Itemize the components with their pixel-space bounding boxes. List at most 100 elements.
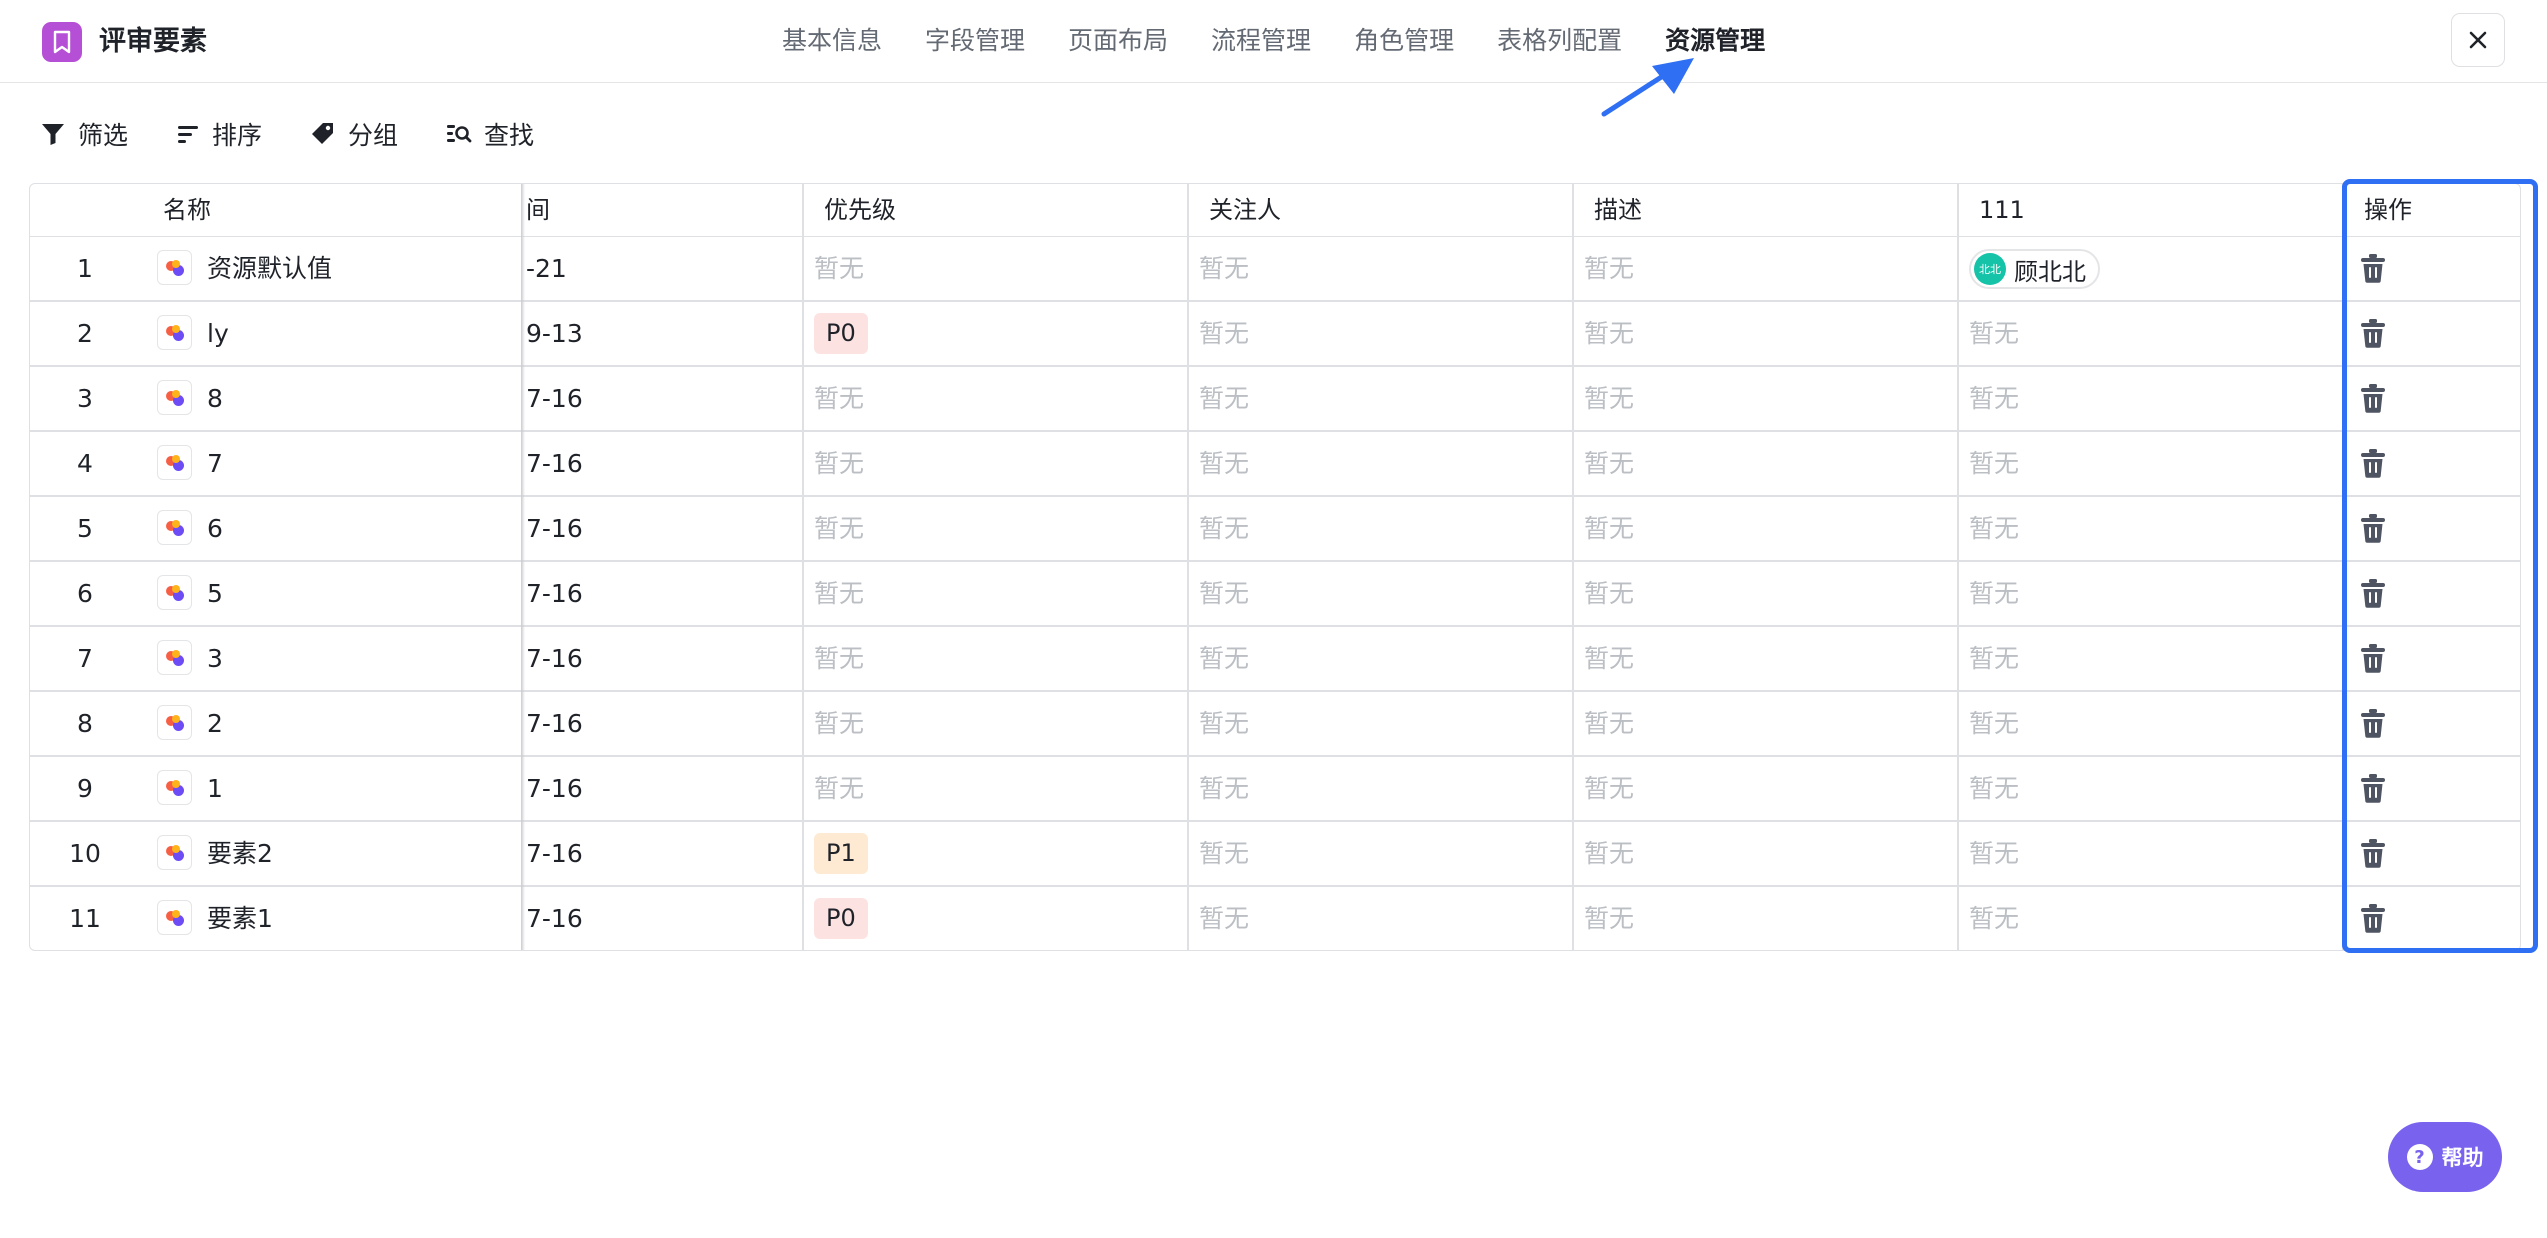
sort-button[interactable]: 排序 xyxy=(176,116,262,152)
bookmark-icon xyxy=(42,22,82,62)
resource-name[interactable]: 1 xyxy=(207,757,223,820)
custom-empty: 暂无 xyxy=(1969,449,2020,478)
annotation-arrow xyxy=(1601,58,1694,117)
resource-name[interactable]: ly xyxy=(207,302,229,365)
row-number: 3 xyxy=(77,384,93,413)
resource-name[interactable]: 5 xyxy=(207,562,223,625)
help-icon: ? xyxy=(2406,1144,2433,1170)
row-number: 6 xyxy=(77,579,93,608)
description-empty: 暂无 xyxy=(1584,774,1635,803)
resource-name[interactable]: 要素1 xyxy=(207,887,273,950)
column-header-111: 111 xyxy=(1979,184,2025,237)
avatar: 北北 xyxy=(1974,253,2006,285)
custom-empty: 暂无 xyxy=(1969,644,2020,673)
column-header-priority: 优先级 xyxy=(824,184,896,237)
column-divider xyxy=(1572,184,1574,950)
custom-empty: 暂无 xyxy=(1969,514,2020,543)
resource-icon xyxy=(157,445,192,480)
resource-icon xyxy=(157,250,192,285)
table-row[interactable]: 6 5 7-16 暂无 暂无 暂无 暂无 xyxy=(30,562,2520,627)
followers-empty: 暂无 xyxy=(1199,254,1250,283)
row-number: 11 xyxy=(69,904,101,933)
user-name: 顾北北 xyxy=(2014,257,2086,286)
resource-icon xyxy=(157,640,192,675)
description-empty: 暂无 xyxy=(1584,449,1635,478)
resource-name[interactable]: 要素2 xyxy=(207,822,273,885)
description-empty: 暂无 xyxy=(1584,514,1635,543)
row-number: 9 xyxy=(77,774,93,803)
time-cell: 7-16 xyxy=(526,774,583,803)
tab-bar: 基本信息 字段管理 页面布局 流程管理 角色管理 表格列配置 资源管理 xyxy=(782,20,1808,62)
resource-icon xyxy=(157,315,192,350)
group-button[interactable]: 分组 xyxy=(310,116,398,152)
resource-name[interactable]: 3 xyxy=(207,627,223,690)
sort-label: 排序 xyxy=(212,121,263,150)
custom-empty: 暂无 xyxy=(1969,904,2020,933)
user-chip: 北北 顾北北 xyxy=(1969,249,2100,289)
followers-empty: 暂无 xyxy=(1199,514,1250,543)
tab-4[interactable]: 流程管理 xyxy=(1211,20,1311,62)
table-row[interactable]: 11 要素1 7-16 P0 暂无 暂无 暂无 xyxy=(30,887,2520,950)
followers-empty: 暂无 xyxy=(1199,579,1250,608)
table-row[interactable]: 10 要素2 7-16 P1 暂无 暂无 暂无 xyxy=(30,822,2520,887)
description-empty: 暂无 xyxy=(1584,904,1635,933)
resource-name[interactable]: 7 xyxy=(207,432,223,495)
time-cell: 7-16 xyxy=(526,449,583,478)
tab-2[interactable]: 字段管理 xyxy=(925,20,1025,62)
custom-empty: 暂无 xyxy=(1969,709,2020,738)
priority-empty: 暂无 xyxy=(814,254,865,283)
resource-name[interactable]: 8 xyxy=(207,367,223,430)
resource-name[interactable]: 2 xyxy=(207,692,223,755)
tab-5[interactable]: 角色管理 xyxy=(1354,20,1454,62)
tab-1[interactable]: 基本信息 xyxy=(782,20,882,62)
table-row[interactable]: 5 6 7-16 暂无 暂无 暂无 暂无 xyxy=(30,497,2520,562)
tab-3[interactable]: 页面布局 xyxy=(1068,20,1168,62)
priority-empty: 暂无 xyxy=(814,384,865,413)
time-cell: 7-16 xyxy=(526,644,583,673)
resource-name[interactable]: 6 xyxy=(207,497,223,560)
tab-7[interactable]: 资源管理 xyxy=(1665,20,1765,62)
tag-icon xyxy=(312,123,334,144)
page-title: 评审要素 xyxy=(99,26,207,57)
close-button[interactable] xyxy=(2451,13,2505,67)
followers-empty: 暂无 xyxy=(1199,774,1250,803)
table-row[interactable]: 4 7 7-16 暂无 暂无 暂无 暂无 xyxy=(30,432,2520,497)
custom-empty: 暂无 xyxy=(1969,384,2020,413)
search-button[interactable]: 查找 xyxy=(446,116,534,152)
table-row[interactable]: 9 1 7-16 暂无 暂无 暂无 暂无 xyxy=(30,757,2520,822)
followers-empty: 暂无 xyxy=(1199,709,1250,738)
priority-badge: P0 xyxy=(814,898,868,939)
column-header-description: 描述 xyxy=(1594,184,1642,237)
followers-empty: 暂无 xyxy=(1199,904,1250,933)
followers-empty: 暂无 xyxy=(1199,449,1250,478)
table-row[interactable]: 3 8 7-16 暂无 暂无 暂无 暂无 xyxy=(30,367,2520,432)
priority-empty: 暂无 xyxy=(814,709,865,738)
column-divider xyxy=(1187,184,1189,950)
time-cell: -21 xyxy=(526,254,567,283)
filter-button[interactable]: 筛选 xyxy=(40,116,128,152)
tab-6[interactable]: 表格列配置 xyxy=(1497,20,1622,62)
column-header-name: 名称 xyxy=(163,184,211,237)
frozen-column-divider xyxy=(521,184,525,950)
table-row[interactable]: 1 资源默认值 -21 暂无 暂无 暂无 北北 顾北北 xyxy=(30,237,2520,302)
time-cell: 7-16 xyxy=(526,904,583,933)
time-cell: 7-16 xyxy=(526,514,583,543)
row-number: 1 xyxy=(77,254,93,283)
help-button[interactable]: ? 帮助 xyxy=(2388,1122,2502,1192)
resource-icon xyxy=(157,835,192,870)
close-icon xyxy=(2469,31,2487,49)
column-header-time: 间 xyxy=(526,184,550,237)
table-row[interactable]: 2 ly 9-13 P0 暂无 暂无 暂无 xyxy=(30,302,2520,367)
actions-column-highlight xyxy=(2342,179,2538,953)
resource-icon xyxy=(157,770,192,805)
header-bar: 评审要素 基本信息 字段管理 页面布局 流程管理 角色管理 表格列配置 资源管理 xyxy=(0,0,2547,83)
priority-empty: 暂无 xyxy=(814,644,865,673)
resource-icon xyxy=(157,380,192,415)
followers-empty: 暂无 xyxy=(1199,384,1250,413)
row-number: 2 xyxy=(77,319,93,348)
table-row[interactable]: 7 3 7-16 暂无 暂无 暂无 暂无 xyxy=(30,627,2520,692)
resource-name[interactable]: 资源默认值 xyxy=(207,237,332,300)
resource-icon xyxy=(157,575,192,610)
priority-badge: P1 xyxy=(814,833,868,874)
table-row[interactable]: 8 2 7-16 暂无 暂无 暂无 暂无 xyxy=(30,692,2520,757)
